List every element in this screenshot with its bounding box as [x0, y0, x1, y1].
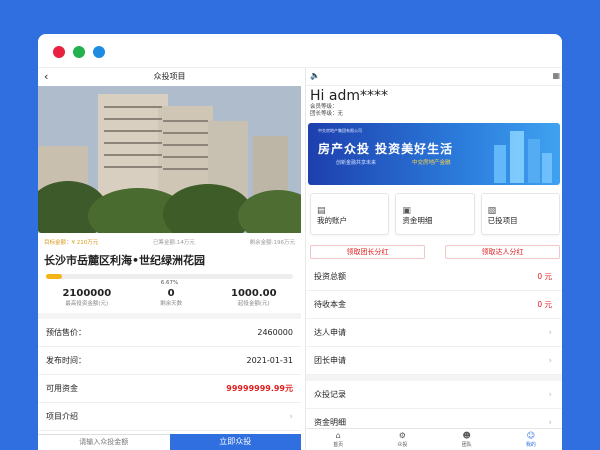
invest-footer: 请输入众投金额 立即众投 [38, 434, 301, 450]
maximize-dot[interactable] [93, 46, 105, 58]
app-window: ‹ 众投项目 目标金额：¥ 210万元 已筹金额:14万元 剩余金额:196万元… [38, 34, 562, 450]
city-buildings-icon [494, 131, 552, 183]
chevron-right-icon: › [548, 389, 552, 400]
bottom-tabbar: ⌂ 首页 ⚙ 众投 ☻ 团队 ☺ 我的 [306, 428, 562, 450]
project-title: 长沙市岳麓区利海•世纪绿洲花园 [44, 254, 206, 267]
chevron-right-icon: › [548, 417, 552, 428]
expert-application-row[interactable]: 达人申请 › [306, 319, 562, 347]
invest-amount-input[interactable]: 请输入众投金额 [38, 434, 170, 450]
project-intro-row[interactable]: 项目介绍 › [38, 403, 301, 431]
tab-team[interactable]: ☻ 团队 [435, 429, 499, 450]
claim-expert-dividend-button[interactable]: 领取达人分红 [445, 245, 560, 259]
dividend-buttons: 领取团长分红 领取达人分红 [306, 235, 562, 259]
chevron-right-icon: › [548, 355, 552, 366]
my-account-card[interactable]: ▤ 我的账户 [310, 193, 390, 235]
project-detail-screen: ‹ 众投项目 目标金额：¥ 210万元 已筹金额:14万元 剩余金额:196万元… [38, 68, 301, 450]
remaining-amount: 剩余金额:196万元 [249, 240, 295, 246]
invested-amount: 已筹金额:14万元 [153, 240, 195, 246]
banner-logo-text: 中交房地产集团有限公司 [318, 128, 362, 133]
chevron-right-icon: › [548, 327, 552, 338]
chevron-right-icon: › [289, 411, 293, 422]
progress-bar [46, 274, 293, 279]
progress-fill [46, 274, 63, 279]
claim-leader-dividend-button[interactable]: 领取团长分红 [310, 245, 425, 259]
greeting: Hi adm**** [310, 88, 388, 104]
chevron-left-icon[interactable]: ‹ [44, 68, 48, 86]
publish-time-row: 发布时间： 2021-01-31 [38, 347, 301, 375]
days-remaining: 0 剩余天数 [160, 288, 183, 307]
max-investment: 2100000 最高投资金额(元) [62, 288, 112, 307]
building-image [38, 86, 301, 233]
profile-icon: ☺ [526, 431, 536, 440]
target-amount: 目标金额：¥ 210万元 [44, 240, 99, 246]
calendar-icon[interactable]: ▦ [552, 71, 560, 80]
total-investment-row: 投资总额 0 元 [306, 263, 562, 291]
leader-application-row[interactable]: 团长申请 › [306, 347, 562, 375]
invest-now-button[interactable]: 立即众投 [169, 434, 301, 450]
home-icon: ⌂ [335, 431, 341, 440]
invested-projects-card[interactable]: ▧ 已投项目 [480, 193, 560, 235]
window-titlebar [38, 34, 562, 68]
minimize-dot[interactable] [73, 46, 85, 58]
pending-principal-row: 待收本金 0 元 [306, 291, 562, 319]
banner-title: 房产众投 投资美好生活 [318, 142, 454, 156]
page-title: 众投项目 [153, 72, 186, 81]
crowdfund-icon: ⚙ [398, 431, 406, 440]
speaker-icon[interactable]: 🔈 [310, 71, 320, 80]
funding-stats: 目标金额：¥ 210万元 已筹金额:14万元 剩余金额:196万元 [38, 233, 301, 246]
estimated-price-row: 预估售价： 2460000 [38, 319, 301, 347]
member-level: 会员等级： [310, 104, 338, 110]
tab-crowdfund[interactable]: ⚙ 众投 [370, 429, 434, 450]
investment-records-row[interactable]: 众投记录 › [306, 381, 562, 409]
banner-subtitle: 创新金融共享未来 [336, 160, 377, 166]
promo-banner[interactable]: 中交房地产集团有限公司 房产众投 投资美好生活 创新金融共享未来 中交房地产金融 [308, 123, 560, 185]
my-account-screen: 🔈 ▦ Hi adm**** 会员等级： 团长等级：无 中交房地产集团有限公司 … [305, 68, 562, 450]
tab-mine[interactable]: ☺ 我的 [499, 429, 562, 450]
banner-brand: 中交房地产金融 [412, 160, 451, 166]
fund-details-card[interactable]: ▣ 资金明细 [395, 193, 475, 235]
quick-cards: ▤ 我的账户 ▣ 资金明细 ▧ 已投项目 [306, 185, 562, 235]
key-numbers: 2100000 最高投资金额(元) 0 剩余天数 1000.00 起投金额(元) [38, 286, 301, 319]
account-topbar: 🔈 ▦ [306, 68, 562, 86]
detail-header: ‹ 众投项目 [38, 68, 301, 86]
tab-home[interactable]: ⌂ 首页 [306, 429, 370, 450]
available-funds-row: 可用资金 99999999.99元 [38, 375, 301, 403]
close-dot[interactable] [53, 46, 65, 58]
project-photo [38, 86, 301, 233]
min-investment: 1000.00 起投金额(元) [231, 288, 277, 307]
team-icon: ☻ [462, 431, 471, 440]
leader-level: 团长等级：无 [310, 111, 344, 117]
